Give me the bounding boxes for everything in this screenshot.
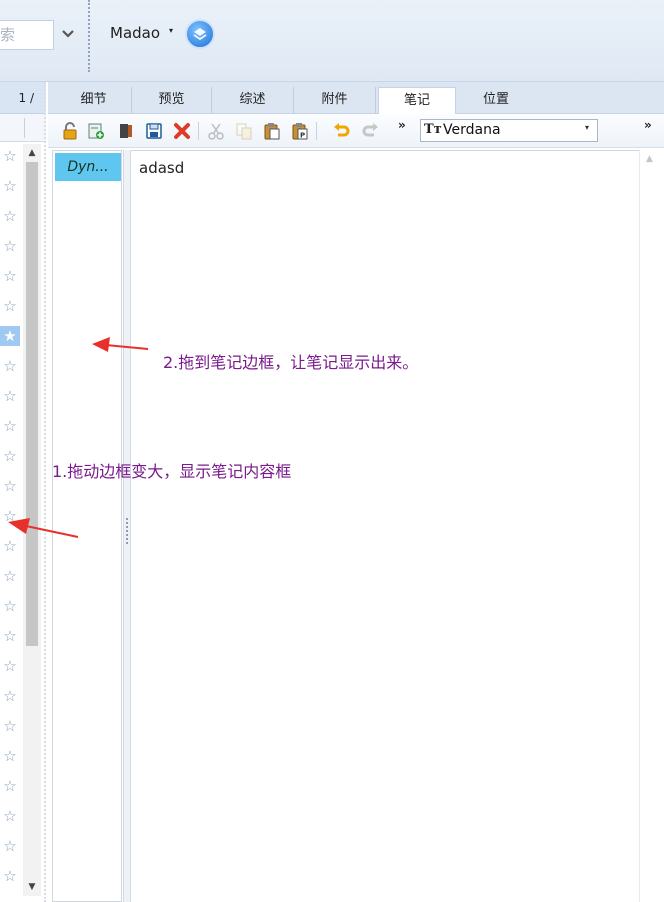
tab-location[interactable]: 位置 — [456, 87, 536, 114]
favorite-star-icon[interactable]: ☆ — [0, 476, 20, 496]
detail-tabs: 细节 预览 综述 附件 笔记 位置 — [48, 82, 664, 115]
scrollbar-thumb[interactable] — [26, 162, 38, 646]
toolbar-separator — [316, 122, 317, 140]
favorite-star-icon[interactable]: ☆ — [0, 836, 20, 856]
toolbar-divider — [88, 0, 90, 72]
toolbar-overflow-icon[interactable]: » — [644, 118, 652, 132]
svg-text:P: P — [300, 132, 305, 140]
item-count: 1 / 37 — [0, 82, 46, 137]
scroll-up-arrow-icon[interactable]: ▲ — [646, 154, 653, 164]
splitter-grip-icon[interactable] — [126, 518, 128, 544]
notes-toolbar: P » Tт Verdana ▾ » — [48, 114, 664, 148]
annotation-arrow-icon — [92, 337, 149, 352]
favorite-star-icon[interactable]: ☆ — [0, 716, 20, 736]
copy-icon[interactable] — [234, 121, 254, 141]
annotation-arrow-icon — [8, 518, 79, 538]
favorite-star-icon[interactable]: ☆ — [0, 686, 20, 706]
user-name[interactable]: Madao — [110, 24, 160, 42]
favorite-star-icon[interactable]: ☆ — [0, 656, 20, 676]
tab-details[interactable]: 细节 — [56, 87, 132, 114]
note-editor[interactable]: adasd — [131, 150, 639, 902]
delete-icon[interactable] — [172, 121, 192, 141]
toolbar-separator — [198, 122, 199, 140]
cut-icon[interactable] — [206, 121, 226, 141]
undo-icon[interactable] — [332, 121, 352, 141]
favorite-star-icon[interactable]: ☆ — [0, 176, 20, 196]
redo-icon[interactable] — [360, 121, 380, 141]
annotation-step-2: 2.拖到笔记边框，让笔记显示出来。 — [163, 353, 419, 372]
favorite-star-icon[interactable]: ☆ — [0, 566, 20, 586]
favorite-star-icon[interactable]: ☆ — [0, 596, 20, 616]
favorite-star-icon[interactable]: ☆ — [0, 866, 20, 886]
save-icon[interactable] — [144, 121, 164, 141]
tab-preview[interactable]: 预览 — [132, 87, 212, 114]
scroll-up-arrow-icon[interactable]: ▲ — [23, 146, 41, 160]
favorite-star-icon[interactable]: ☆ — [0, 386, 20, 406]
tab-summary[interactable]: 综述 — [212, 87, 294, 114]
list-pane-splitter[interactable] — [44, 82, 46, 902]
favorite-star-icon[interactable]: ☆ — [0, 806, 20, 826]
favorite-star-icon[interactable]: ☆ — [0, 206, 20, 226]
favorite-star-icon[interactable]: ☆ — [0, 746, 20, 766]
favorite-star-icon[interactable]: ☆ — [0, 266, 20, 286]
favorite-star-icon[interactable]: ☆ — [0, 236, 20, 256]
top-ribbon: 索 Madao ▾ — [0, 0, 664, 82]
font-family-value: Verdana — [443, 122, 501, 138]
paste-special-icon[interactable]: P — [290, 121, 310, 141]
font-family-select[interactable]: Tт Verdana ▾ — [420, 119, 598, 142]
annotation-step-1: 1.拖动边框变大，显示笔记内容框 — [52, 462, 292, 481]
favorite-star-icon[interactable]: ☆ — [0, 626, 20, 646]
list-column-header[interactable] — [0, 114, 46, 142]
item-list-pane: 1 / 37 ☆☆☆☆☆☆★☆☆☆☆☆☆☆☆☆☆☆☆☆☆☆☆☆☆ ▲ ▼ — [0, 82, 46, 902]
new-note-icon[interactable] — [86, 121, 106, 141]
lock-icon[interactable] — [60, 121, 80, 141]
editor-scrollbar[interactable]: ▲ — [639, 150, 664, 902]
font-icon: Tт — [424, 122, 442, 137]
paste-icon[interactable] — [262, 121, 282, 141]
scroll-down-arrow-icon[interactable]: ▼ — [23, 880, 41, 894]
favorite-star-icon[interactable]: ☆ — [0, 416, 20, 436]
toolbar-overflow-icon[interactable]: » — [398, 118, 406, 132]
favorite-star-icon[interactable]: ☆ — [0, 446, 20, 466]
user-menu-caret-icon[interactable]: ▾ — [169, 26, 173, 35]
tab-notes[interactable]: 笔记 — [378, 87, 456, 115]
note-content[interactable]: adasd — [139, 159, 184, 177]
notes-splitter[interactable] — [123, 150, 131, 902]
tab-attachments[interactable]: 附件 — [294, 87, 376, 114]
favorite-star-icon[interactable]: ★ — [0, 326, 20, 346]
dropdown-caret-icon: ▾ — [584, 123, 589, 132]
favorite-star-icon[interactable]: ☆ — [0, 776, 20, 796]
sync-status-icon[interactable] — [185, 19, 215, 49]
book-icon[interactable] — [116, 121, 136, 141]
favorite-star-icon[interactable]: ☆ — [0, 356, 20, 376]
column-separator — [24, 118, 25, 138]
search-dropdown-chevron-icon[interactable] — [56, 20, 80, 50]
list-item[interactable]: Dyn... — [55, 153, 121, 181]
search-input[interactable]: 索 — [0, 20, 54, 50]
favorite-star-icon[interactable]: ☆ — [0, 296, 20, 316]
favorite-star-icon[interactable]: ☆ — [0, 146, 20, 166]
